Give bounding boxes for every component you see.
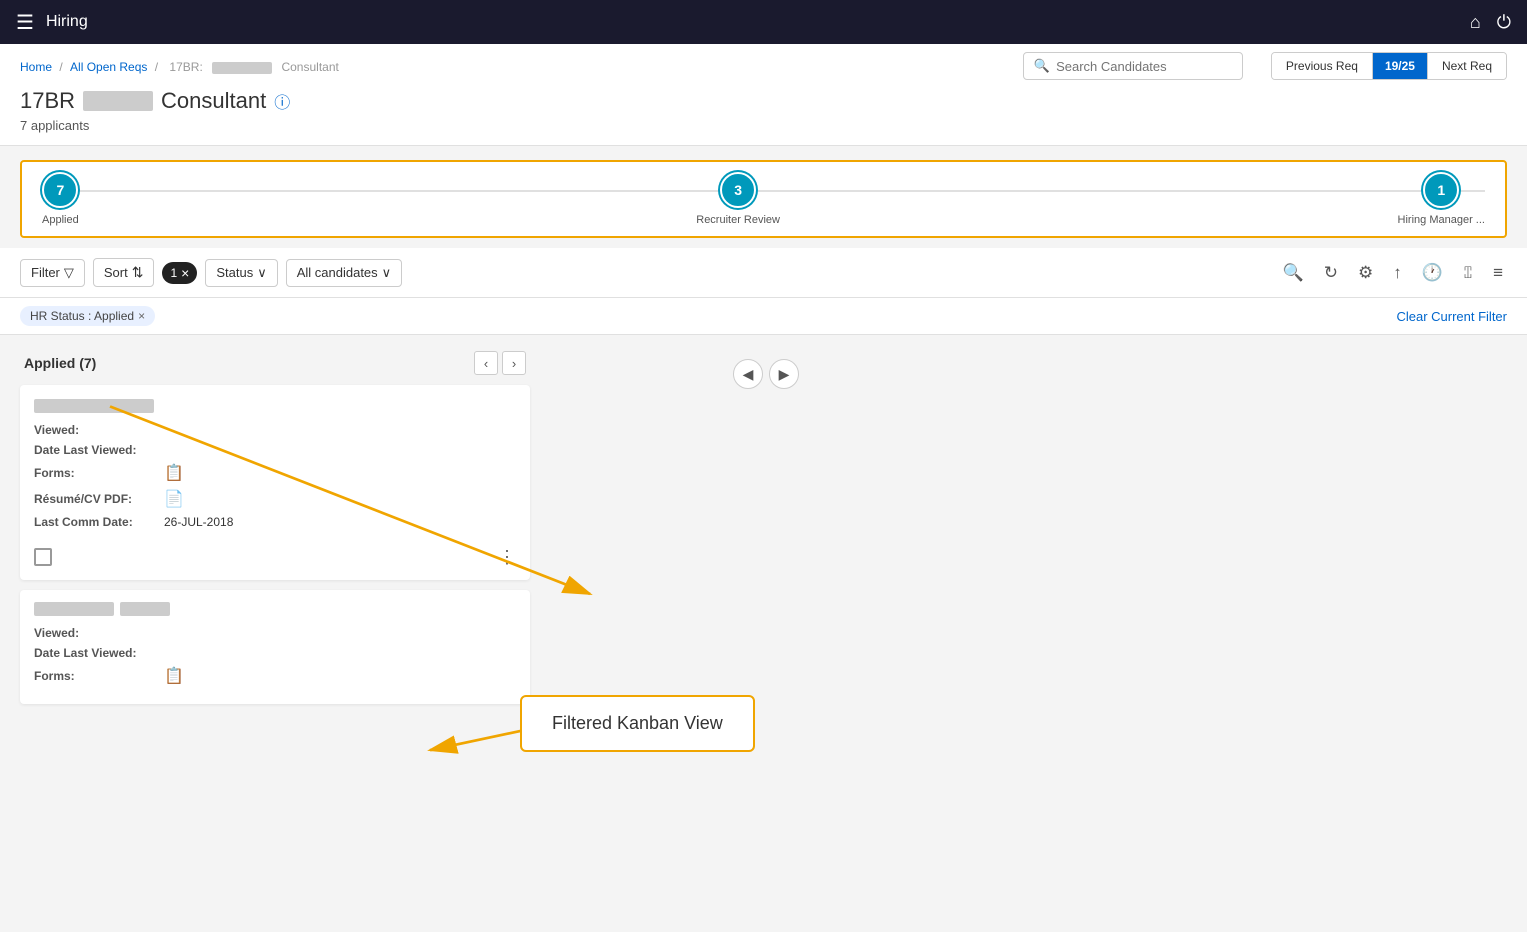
sort-button[interactable]: Sort ⇅ xyxy=(93,258,155,287)
info-icon[interactable]: ⓘ xyxy=(274,89,290,113)
field-resume: Résumé/CV PDF: 📄 xyxy=(34,489,516,509)
pipeline-stage-recruiter-review[interactable]: 3 Recruiter Review xyxy=(696,172,780,226)
applied-column: Applied (7) ‹ › Viewed: Date Last Viewed… xyxy=(20,351,530,819)
search-toolbar-icon[interactable]: 🔍 xyxy=(1279,259,1308,287)
field-viewed: Viewed: xyxy=(34,423,516,437)
column-title: Applied (7) xyxy=(24,355,96,371)
breadcrumb-home[interactable]: Home xyxy=(20,60,52,74)
kanban-column-nav: ◀ ▶ xyxy=(733,359,799,389)
page-title: 17BR Consultant ⓘ xyxy=(20,88,290,114)
kanban-next-arrow[interactable]: ▶ xyxy=(769,359,799,389)
column-header: Applied (7) ‹ › xyxy=(20,351,530,375)
hiring-manager-label: Hiring Manager ... xyxy=(1398,214,1485,226)
resume-icon[interactable]: 📄 xyxy=(164,489,184,509)
sort-icon: ⇅ xyxy=(132,264,144,281)
field-forms: Forms: 📋 xyxy=(34,463,516,483)
candidate-name-blurred xyxy=(34,399,154,413)
pipeline-container: 7 Applied 3 Recruiter Review 1 Hiring Ma… xyxy=(20,160,1507,238)
breadcrumb-req-blurred xyxy=(212,62,272,74)
applied-bubble: 7 xyxy=(42,172,78,208)
more-options-icon[interactable]: ⋮ xyxy=(498,547,516,568)
candidate-2-name-blurred-2 xyxy=(120,602,170,616)
filter-icon: ▽ xyxy=(64,265,74,281)
all-candidates-label: All candidates xyxy=(297,265,378,280)
field-date-last-viewed-2: Date Last Viewed: xyxy=(34,646,516,660)
pipeline-stage-applied[interactable]: 7 Applied xyxy=(42,172,79,226)
all-candidates-dropdown[interactable]: All candidates ∨ xyxy=(286,259,402,287)
hamburger-menu-icon[interactable]: ☰ xyxy=(16,10,34,35)
status-label: Status xyxy=(216,265,253,280)
candidate-2-name-blurred xyxy=(34,602,114,616)
kanban-prev-arrow[interactable]: ◀ xyxy=(733,359,763,389)
next-req-button[interactable]: Next Req xyxy=(1427,53,1506,79)
search-icon: 🔍 xyxy=(1034,58,1050,74)
settings-icon[interactable]: ⚙ xyxy=(1354,259,1377,287)
main-content: ◀ ▶ Applied (7) ‹ › Viewed: Date Last Vi… xyxy=(0,335,1527,835)
column-next-button[interactable]: › xyxy=(502,351,526,375)
req-nav-count: 19/25 xyxy=(1372,53,1427,79)
recruiter-review-label: Recruiter Review xyxy=(696,214,780,226)
card-footer: ⋮ xyxy=(34,539,516,568)
status-dropdown[interactable]: Status ∨ xyxy=(205,259,277,287)
card-checkbox[interactable] xyxy=(34,548,52,566)
toolbar: Filter ▽ Sort ⇅ 1 × Status ∨ All candida… xyxy=(0,248,1527,298)
breadcrumb-req-name: Consultant xyxy=(281,60,338,74)
active-filter-close-icon[interactable]: × xyxy=(181,265,189,281)
field-viewed-2: Viewed: xyxy=(34,626,516,640)
app-title: Hiring xyxy=(46,13,88,31)
previous-req-button[interactable]: Previous Req xyxy=(1272,53,1372,79)
hiring-manager-bubble: 1 xyxy=(1423,172,1459,208)
req-id-label: 17BR xyxy=(20,88,75,114)
export-icon[interactable]: ↑ xyxy=(1389,259,1406,287)
filter-tags-row: HR Status : Applied × Clear Current Filt… xyxy=(0,298,1527,335)
role-label: Consultant xyxy=(161,88,266,114)
field-date-last-viewed: Date Last Viewed: xyxy=(34,443,516,457)
status-chevron-icon: ∨ xyxy=(257,265,267,281)
candidate-card-2: Viewed: Date Last Viewed: Forms: 📋 xyxy=(20,590,530,704)
all-candidates-chevron-icon: ∨ xyxy=(382,265,392,281)
forms-icon[interactable]: 📋 xyxy=(164,463,184,483)
search-candidates-input[interactable] xyxy=(1056,59,1232,74)
list-view-icon[interactable]: ≡ xyxy=(1489,259,1507,287)
annotation-text: Filtered Kanban View xyxy=(552,713,723,733)
filter-tag-hr-status: HR Status : Applied × xyxy=(20,306,155,326)
field-forms-2: Forms: 📋 xyxy=(34,666,516,686)
history-icon[interactable]: 🕐 xyxy=(1418,259,1447,287)
breadcrumb-req-id: 17BR: xyxy=(169,60,202,74)
sort-label: Sort xyxy=(104,265,128,280)
req-blurred-name xyxy=(83,91,153,111)
refresh-icon[interactable]: ↻ xyxy=(1320,259,1342,287)
filter-label: Filter xyxy=(31,265,60,280)
field-last-comm-date: Last Comm Date: 26-JUL-2018 xyxy=(34,515,516,529)
forms-icon-2[interactable]: 📋 xyxy=(164,666,184,686)
active-filter-count: 1 xyxy=(170,266,177,280)
breadcrumb-all-open-reqs[interactable]: All Open Reqs xyxy=(70,60,147,74)
pipeline-stage-hiring-manager[interactable]: 1 Hiring Manager ... xyxy=(1398,172,1485,226)
search-candidates-box[interactable]: 🔍 xyxy=(1023,52,1243,80)
annotation-box: Filtered Kanban View xyxy=(520,695,755,752)
org-chart-icon[interactable]: ⑄ xyxy=(1459,259,1477,287)
home-icon[interactable]: ⌂ xyxy=(1470,12,1481,33)
applicant-count: 7 applicants xyxy=(20,118,290,133)
clear-current-filter-link[interactable]: Clear Current Filter xyxy=(1396,309,1507,324)
power-icon[interactable]: ⏻ xyxy=(1497,12,1511,33)
column-prev-button[interactable]: ‹ xyxy=(474,351,498,375)
active-filter-badge: 1 × xyxy=(162,262,197,284)
applied-label: Applied xyxy=(42,214,79,226)
breadcrumb: Home / All Open Reqs / 17BR: Consultant xyxy=(20,60,343,74)
recruiter-review-bubble: 3 xyxy=(720,172,756,208)
filter-tag-label: HR Status : Applied xyxy=(30,309,134,323)
req-navigation: Previous Req 19/25 Next Req xyxy=(1271,52,1507,80)
top-navigation: ☰ Hiring ⌂ ⏻ xyxy=(0,0,1527,44)
candidate-card: Viewed: Date Last Viewed: Forms: 📋 Résum… xyxy=(20,385,530,580)
filter-tag-close-icon[interactable]: × xyxy=(138,309,145,323)
filter-button[interactable]: Filter ▽ xyxy=(20,259,85,287)
